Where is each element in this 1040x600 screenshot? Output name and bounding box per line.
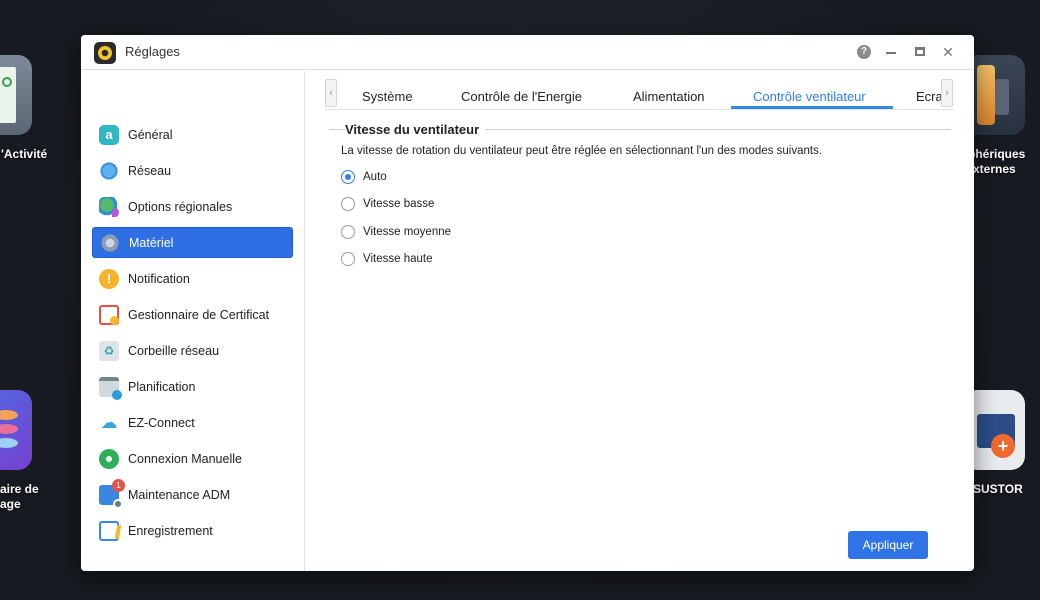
apply-button[interactable]: Appliquer xyxy=(848,531,928,559)
radio-option-high-speed[interactable]: Vitesse haute xyxy=(341,252,432,266)
sidebar-item-network-recycle-bin[interactable]: ♻ Corbeille réseau xyxy=(92,335,293,366)
region-icon xyxy=(99,196,119,217)
radio-label: Vitesse basse xyxy=(363,198,435,210)
globe-icon xyxy=(99,160,119,181)
fan-description: La vitesse de rotation du ventilateur pe… xyxy=(341,145,823,157)
sidebar-item-label: Réseau xyxy=(128,163,172,178)
external-devices-label-line2: xternes xyxy=(973,162,1016,176)
radio-label: Vitesse haute xyxy=(363,253,433,265)
close-icon[interactable]: ✕ xyxy=(939,43,957,61)
sidebar-item-adm-maintenance[interactable]: 1 Maintenance ADM xyxy=(92,478,293,510)
sidebar-item-label: Corbeille réseau xyxy=(128,343,220,358)
cloud-icon: ☁ xyxy=(100,412,118,432)
sidebar-item-general[interactable]: a Général xyxy=(92,119,293,150)
minimize-icon[interactable] xyxy=(882,43,900,61)
radio-button[interactable] xyxy=(341,252,355,266)
external-devices-label-line1: phériques xyxy=(968,147,1026,161)
radio-label: Auto xyxy=(363,171,387,183)
sidebar-item-manual-connection[interactable]: Connexion Manuelle xyxy=(92,443,293,474)
radio-button[interactable] xyxy=(341,197,355,211)
registration-icon xyxy=(99,520,122,541)
network-icon xyxy=(99,448,119,469)
storage-manager-label-line2: age xyxy=(0,497,21,511)
sidebar-item-ez-connect[interactable]: ☁ EZ-Connect xyxy=(92,407,293,438)
sidebar-item-network[interactable]: Réseau xyxy=(92,155,293,186)
notification-icon: ! xyxy=(99,268,119,289)
sidebar-item-label: Matériel xyxy=(129,235,174,250)
active-tab-indicator xyxy=(731,106,893,109)
radio-button[interactable] xyxy=(341,225,355,239)
activity-monitor-label: 'Activité xyxy=(1,147,48,161)
window-titlebar[interactable]: Réglages ? ✕ xyxy=(81,35,974,70)
tab-scroll-right-button[interactable]: › xyxy=(941,79,953,107)
tab-screen[interactable]: Ecran xyxy=(916,84,942,110)
sidebar-item-label: EZ-Connect xyxy=(128,415,195,430)
sidebar-item-label: Planification xyxy=(128,379,196,394)
sidebar-item-scheduling[interactable]: Planification xyxy=(92,371,293,402)
sidebar-item-certificate-manager[interactable]: Gestionnaire de Certificat xyxy=(92,299,293,330)
sidebar-item-notification[interactable]: ! Notification xyxy=(92,263,293,294)
sidebar-item-label: Maintenance ADM xyxy=(128,487,231,502)
maintenance-icon: 1 xyxy=(99,478,125,509)
sidebar-item-label: Enregistrement xyxy=(128,523,213,538)
radio-option-auto[interactable]: Auto xyxy=(341,170,387,184)
settings-app-icon xyxy=(94,42,116,64)
tab-power-control[interactable]: Contrôle de l'Energie xyxy=(461,84,582,110)
sidebar-item-label: Connexion Manuelle xyxy=(128,451,242,466)
radio-option-medium-speed[interactable]: Vitesse moyenne xyxy=(341,225,451,239)
radio-button[interactable] xyxy=(341,170,355,184)
tab-divider xyxy=(325,109,954,110)
sidebar-item-hardware[interactable]: Matériel xyxy=(92,227,293,258)
calendar-icon xyxy=(99,376,122,400)
general-icon: a xyxy=(99,124,119,145)
section-title: Vitesse du ventilateur xyxy=(345,122,486,137)
storage-manager-app-icon[interactable] xyxy=(0,390,32,470)
sidebar-item-label: Options régionales xyxy=(128,199,233,214)
tab-scroll-left-button[interactable]: ‹ xyxy=(325,79,337,107)
hardware-icon xyxy=(100,232,120,253)
radio-label: Vitesse moyenne xyxy=(363,226,452,238)
window-title: Réglages xyxy=(125,44,180,59)
sidebar-item-label: Notification xyxy=(128,271,190,286)
sidebar-item-registration[interactable]: Enregistrement xyxy=(92,515,293,546)
tab-system[interactable]: Système xyxy=(362,84,413,110)
sidebar-item-label: Général xyxy=(128,127,173,142)
notification-badge: 1 xyxy=(112,478,125,492)
asustor-label: SUSTOR xyxy=(973,482,1023,496)
maximize-icon[interactable] xyxy=(911,43,929,61)
activity-monitor-app-icon[interactable] xyxy=(0,55,32,135)
sidebar-item-label: Gestionnaire de Certificat xyxy=(128,307,270,322)
radio-option-low-speed[interactable]: Vitesse basse xyxy=(341,197,434,211)
sidebar-item-regional-options[interactable]: Options régionales xyxy=(92,191,293,222)
certificate-icon xyxy=(99,304,119,325)
storage-manager-label-line1: aire de xyxy=(0,482,39,496)
sidebar: a Général Réseau Options régionales Maté… xyxy=(81,71,305,571)
recycle-bin-icon: ♻ xyxy=(99,340,119,361)
settings-window: Réglages ? ✕ a Général Réseau Options ré… xyxy=(81,35,974,571)
help-icon[interactable]: ? xyxy=(857,45,871,59)
tab-power-supply[interactable]: Alimentation xyxy=(633,84,705,110)
